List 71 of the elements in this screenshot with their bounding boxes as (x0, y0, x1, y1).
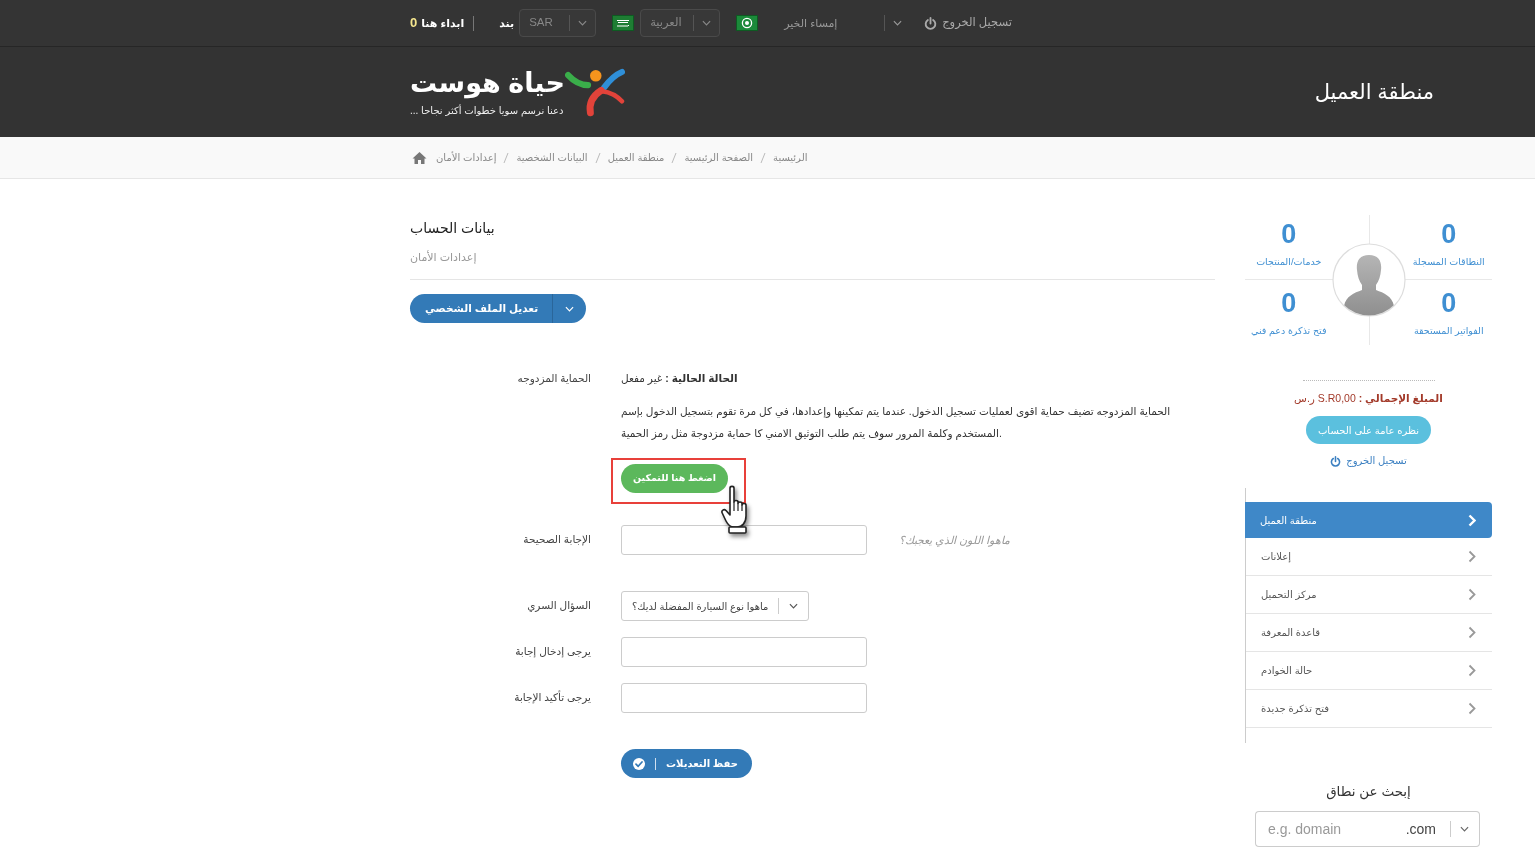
currency-select[interactable]: SAR (519, 9, 597, 37)
chevron-icon (1468, 550, 1476, 563)
description-text: الحماية المزدوجه تضيف حماية اقوى لعمليات تسجيل الدخول. عندما يتم تمكينها وإعدادها، في كل مرة تقوم بتسجيل الدخول بإسم المستخدم وكلمة المرور سوف يتم طلب التوثيق الامني كا حماية مزدوجة مثل رمز الحمية. (621, 404, 1172, 442)
field-label: يرجى إدخال إجابة (515, 644, 591, 660)
input-field[interactable] (621, 683, 867, 713)
power-icon (924, 16, 938, 30)
input-field[interactable] (621, 637, 867, 667)
flag-icon (612, 15, 635, 31)
breadcrumb-link[interactable]: البيانات الشخصية (516, 150, 588, 165)
field-label: يرجى تأكيد الإجابة (514, 690, 591, 706)
total-amount-text: المبلغ الإجمالي : S.R0,00 ر.س (1294, 391, 1443, 405)
field-label: الحماية المزدوجه (517, 371, 591, 386)
sidebar-menu-item[interactable]: منطقة العميل (1245, 502, 1492, 538)
breadcrumb-link[interactable]: منطقة العميل (607, 150, 665, 165)
stat-link[interactable]: النطاقات المسجلة (1412, 255, 1485, 270)
greeting-dropdown[interactable]: إمساء الخير (784, 14, 903, 32)
enable-button[interactable]: اضغط هنا للتمكين (621, 464, 728, 493)
items-link[interactable]: بند (499, 14, 515, 32)
home-icon (412, 151, 427, 164)
stat-link[interactable]: خدمات/المنتجات (1256, 255, 1322, 270)
stat-count: 0 (1281, 220, 1297, 248)
check-circle-icon (633, 757, 645, 770)
section-subtitle: إعدادات الأمان (410, 249, 477, 265)
language-select[interactable]: العربية (640, 9, 721, 37)
save-button[interactable]: حفظ التعديلات (621, 749, 752, 778)
item-count: 0 (410, 14, 418, 33)
stat-link[interactable]: الفواتير المستحقة (1413, 324, 1484, 339)
status-text: الحالة الحالية : غير مفعل (621, 371, 738, 386)
logout-link[interactable]: تسجيل الخروج (924, 14, 1012, 32)
logout-link[interactable]: تسجيل الخروج (1330, 454, 1407, 468)
field-label: السؤال السري (527, 598, 591, 614)
edit-profile-button[interactable]: تعديل الملف الشخصي (410, 294, 553, 323)
hint-text: ماهوا اللون الذي يعجبك؟ (899, 532, 1011, 549)
domain-search-title: إبحث عن نطاق (1326, 783, 1411, 802)
chevron-icon (1468, 513, 1476, 527)
slash-icon (671, 151, 678, 164)
caret-icon (702, 20, 712, 26)
section-title: بيانات الحساب (410, 219, 495, 238)
page-title: منطقة العميل (1314, 79, 1434, 106)
start-link[interactable]: ابداء هنا (421, 14, 465, 32)
sidebar-menu-item[interactable]: إعلانات (1246, 538, 1492, 576)
logo-tagline: دعنا نرسم سويا خطوات أكثر نجاحا ... (410, 104, 564, 118)
slash-icon (594, 151, 601, 164)
stat-count: 0 (1281, 289, 1297, 317)
chevron-icon (1468, 588, 1476, 601)
slash-icon (760, 151, 766, 164)
sidebar-menu-item[interactable]: فتح تذكرة جديدة (1246, 690, 1492, 728)
flag-icon (736, 15, 759, 31)
sidebar-menu-item[interactable]: حالة الخوادم (1246, 652, 1492, 690)
power-icon (1330, 455, 1342, 467)
sidebar-menu-item[interactable]: مركز التحميل (1246, 576, 1492, 614)
dropdown-toggle-button[interactable] (552, 294, 587, 323)
caret-icon (565, 305, 575, 312)
caret-icon (789, 603, 799, 609)
field-label: الإجابة الصحيحة (523, 532, 591, 548)
caret-icon (578, 20, 588, 26)
breadcrumb-link[interactable]: إعدادات الأمان (436, 150, 497, 165)
input-field[interactable] (621, 525, 867, 555)
chevron-icon (1468, 664, 1476, 677)
slash-icon (503, 151, 510, 164)
logo-text: حياة هوست (410, 67, 565, 100)
breadcrumb-link[interactable]: الصفحة الرئيسية (684, 150, 753, 165)
breadcrumb-link[interactable]: الرئيسية (773, 150, 808, 165)
stat-link[interactable]: فتح تذكرة دعم فني (1251, 324, 1327, 339)
chevron-icon (1468, 702, 1476, 715)
question-select[interactable]: ماهوا نوع السيارة المفضلة لديك؟ (621, 591, 810, 621)
stat-count: 0 (1441, 220, 1457, 248)
chevron-icon (1468, 626, 1476, 639)
sidebar-menu-item[interactable]: قاعدة المعرفة (1246, 614, 1492, 652)
caret-icon (893, 20, 903, 26)
stat-count: 0 (1441, 289, 1457, 317)
